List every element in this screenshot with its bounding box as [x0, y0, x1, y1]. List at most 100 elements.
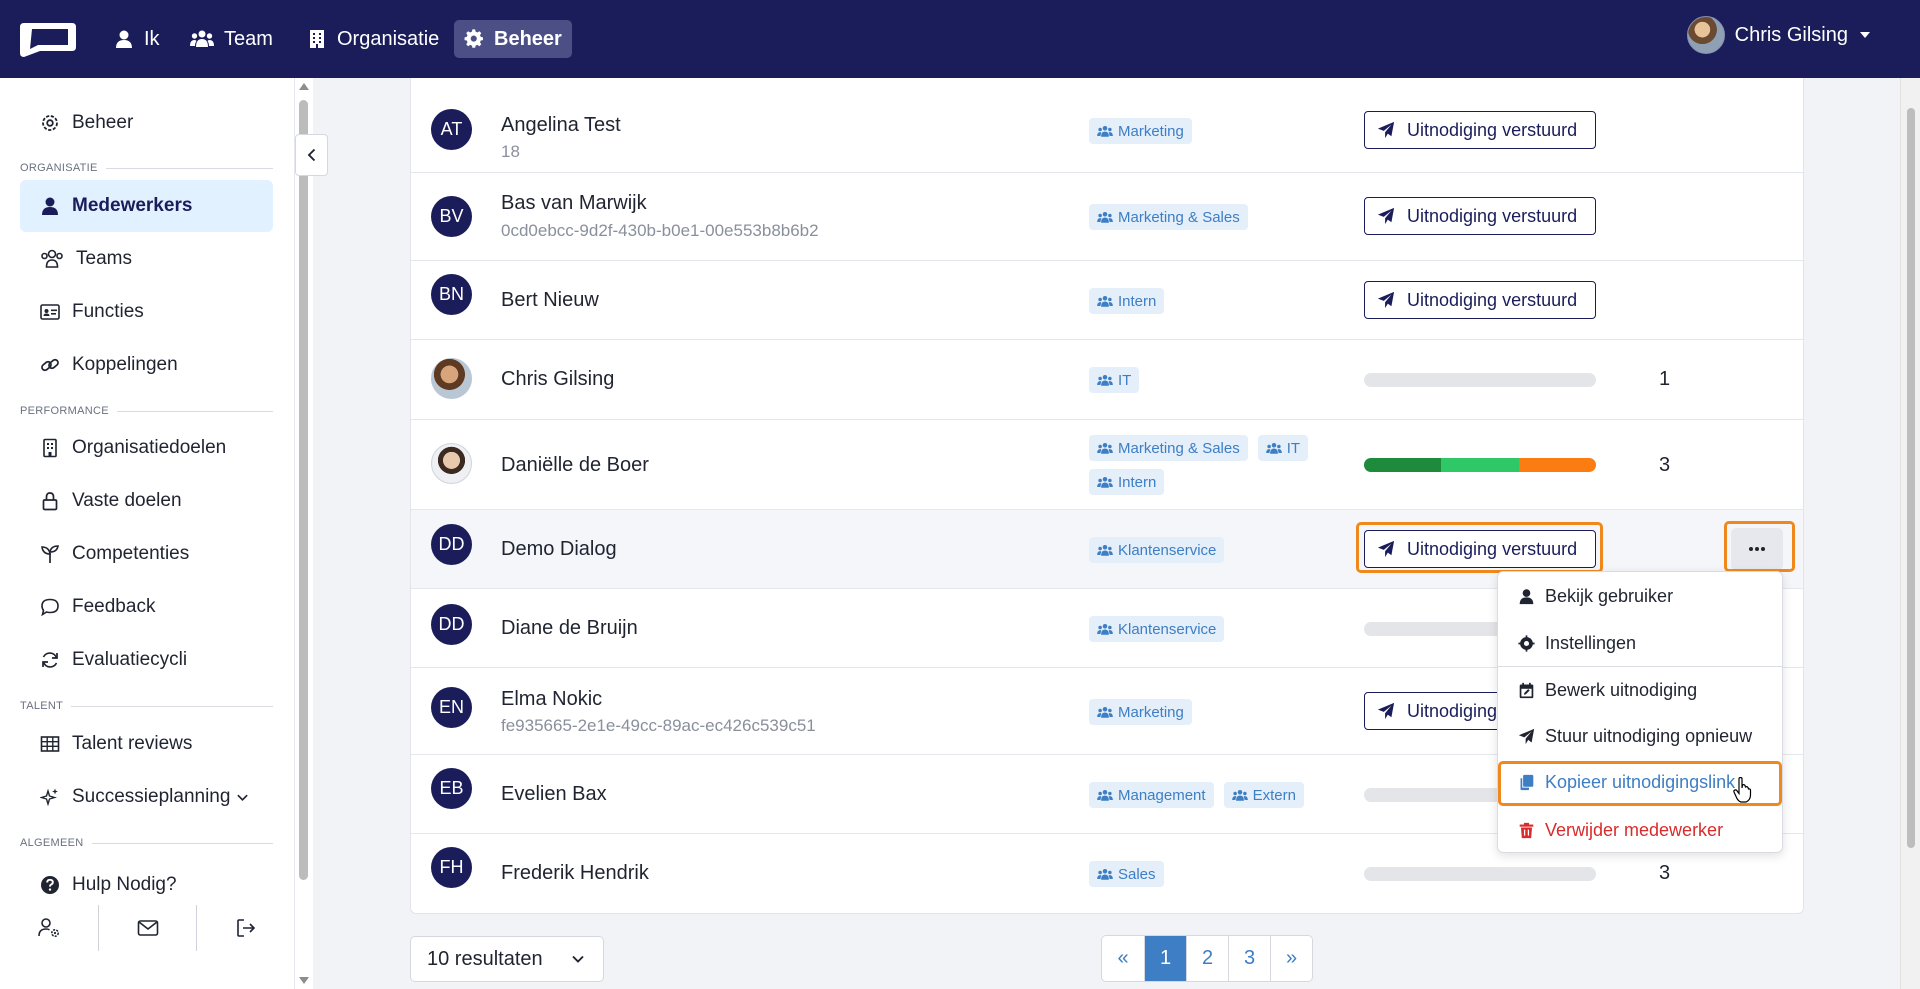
employee-name[interactable]: Diane de Bruijn — [501, 617, 638, 640]
app-logo[interactable] — [18, 19, 78, 59]
gear-icon — [464, 29, 483, 48]
menu-item-verwijder-medewerker[interactable]: Verwijder medewerker — [1498, 808, 1782, 852]
divider — [1498, 666, 1782, 667]
pagination-page-1[interactable]: 1 — [1144, 936, 1186, 981]
menu-item-instellingen[interactable]: Instellingen — [1498, 621, 1782, 665]
sidebar-item-koppelingen[interactable]: Koppelingen — [20, 339, 273, 391]
account-settings-button[interactable] — [0, 905, 98, 951]
pagination-previous[interactable]: « — [1102, 936, 1144, 981]
employee-name[interactable]: Evelien Bax — [501, 783, 607, 806]
pagination-next[interactable]: » — [1270, 936, 1312, 981]
team-tag: Intern — [1089, 288, 1165, 314]
lock-icon — [42, 492, 58, 511]
employee-name[interactable]: Demo Dialog — [501, 538, 617, 561]
menu-item-bewerk-uitnodiging[interactable]: Bewerk uitnodiging — [1498, 668, 1782, 712]
collapse-sidebar-button[interactable] — [295, 134, 328, 176]
calendar-edit-icon — [1519, 682, 1534, 698]
sidebar-item-beheer[interactable]: Beheer — [20, 97, 273, 149]
progress-bar — [1364, 373, 1596, 387]
users-icon — [1097, 374, 1113, 386]
sidebar-item-organisatiedoelen-label: Organisatiedoelen — [72, 437, 227, 458]
user-name: Chris Gilsing — [1734, 23, 1848, 46]
topnav-team[interactable]: Team — [180, 20, 283, 58]
goal-count: 3 — [1659, 454, 1671, 476]
sidebar-item-competenties[interactable]: Competenties — [20, 528, 273, 580]
paper-plane-icon — [1377, 207, 1395, 225]
invite-sent-button[interactable]: Uitnodiging verstuurd — [1364, 281, 1596, 319]
avatar — [431, 443, 472, 484]
team-tag-label: Klantenservice — [1118, 620, 1217, 638]
team-tag-label: Management — [1118, 786, 1206, 804]
menu-item-stuur-uitnodiging-opnieuw[interactable]: Stuur uitnodiging opnieuw — [1498, 714, 1782, 758]
sidebar-heading-performance-label: PERFORMANCE — [20, 405, 109, 417]
avatar: EB — [431, 768, 472, 809]
sidebar-item-successieplanning[interactable]: Successieplanning — [20, 771, 273, 823]
sidebar-item-evaluatiecycli[interactable]: Evaluatiecycli — [20, 634, 273, 686]
employee-name[interactable]: Bas van Marwijk — [501, 192, 647, 215]
team-tag: Marketing & Sales — [1089, 204, 1248, 230]
sidebar-scrollbar-thumb[interactable] — [299, 100, 308, 880]
team-tag-label: Klantenservice — [1118, 541, 1217, 559]
sidebar-item-medewerkers[interactable]: Medewerkers — [20, 180, 273, 232]
chat-bubble-icon — [41, 598, 59, 617]
user-menu[interactable]: Chris Gilsing — [1686, 15, 1870, 55]
team-tags: Marketing — [1089, 118, 1339, 144]
sidebar-scrollbar[interactable] — [295, 78, 313, 989]
pagination-page-3[interactable]: 3 — [1228, 936, 1270, 981]
menu-item-bekijk-gebruiker[interactable]: Bekijk gebruiker — [1498, 574, 1782, 618]
employee-name[interactable]: Elma Nokic — [501, 688, 602, 711]
employee-name[interactable]: Frederik Hendrik — [501, 862, 649, 885]
team-tag: IT — [1089, 367, 1140, 393]
paper-plane-icon — [1377, 702, 1395, 720]
employee-name[interactable]: Bert Nieuw — [501, 289, 599, 312]
sidebar-item-talent-reviews-label: Talent reviews — [72, 733, 193, 754]
table-row[interactable]: BV Bas van Marwijk 0cd0ebcc-9d2f-430b-b0… — [411, 173, 1803, 261]
table-row[interactable]: BN Bert Nieuw Intern Uitnodiging verstuu… — [411, 261, 1803, 340]
messages-button[interactable] — [99, 905, 197, 951]
sidebar-item-talent-reviews[interactable]: Talent reviews — [20, 718, 273, 770]
team-tags: Sales — [1089, 861, 1339, 887]
divider — [105, 167, 273, 169]
user-icon — [1519, 588, 1534, 604]
employee-name[interactable]: Chris Gilsing — [501, 368, 614, 391]
progress-segment — [1441, 458, 1519, 472]
sidebar-item-teams[interactable]: Teams — [20, 233, 273, 285]
table-row[interactable]: AT Angelina Test 18 Marketing Uitnodigin… — [411, 86, 1803, 173]
topnav-ik[interactable]: Ik — [104, 20, 170, 58]
invite-sent-button[interactable]: Uitnodiging verstuurd — [1364, 197, 1596, 235]
sidebar-item-functies[interactable]: Functies — [20, 286, 273, 338]
sidebar-heading-algemeen: ALGEMEEN — [20, 837, 273, 849]
link-icon — [41, 358, 59, 372]
table-row[interactable]: Daniëlle de Boer Marketing & Sales IT In… — [411, 420, 1803, 510]
team-tag: Klantenservice — [1089, 537, 1225, 563]
sidebar-item-feedback[interactable]: Feedback — [20, 581, 273, 633]
employee-name[interactable]: Angelina Test — [501, 114, 621, 137]
topnav-organisatie[interactable]: Organisatie — [297, 20, 449, 58]
employee-name[interactable]: Daniëlle de Boer — [501, 454, 649, 477]
employee-sub: 0cd0ebcc-9d2f-430b-b0e1-00e553b8b6b2 — [501, 221, 819, 240]
results-per-page-select[interactable]: 10 resultaten — [410, 936, 604, 982]
invite-sent-button[interactable]: Uitnodiging verstuurd — [1364, 111, 1596, 149]
progress-bar — [1364, 458, 1596, 472]
scroll-up-arrow-icon[interactable] — [299, 83, 309, 90]
logout-button[interactable] — [197, 905, 295, 951]
table-row[interactable]: Chris Gilsing IT 1 — [411, 340, 1803, 420]
scroll-down-arrow-icon[interactable] — [299, 977, 309, 984]
progress-segment — [1518, 458, 1596, 472]
page-scrollbar-thumb[interactable] — [1907, 108, 1915, 848]
topnav-beheer[interactable]: Beheer — [454, 20, 572, 58]
page-scrollbar[interactable] — [1900, 78, 1920, 989]
users-icon — [1265, 442, 1282, 454]
avatar: AT — [431, 109, 472, 150]
sidebar-item-vaste-doelen[interactable]: Vaste doelen — [20, 475, 273, 527]
sidebar-heading-performance: PERFORMANCE — [20, 405, 273, 417]
top-navigation-bar: Ik Team Organisatie Beheer Chris Gilsing — [0, 0, 1920, 78]
chevron-down-icon — [237, 794, 249, 801]
sidebar-item-teams-label: Teams — [76, 248, 132, 269]
users-icon — [1097, 789, 1113, 801]
pagination-page-2[interactable]: 2 — [1186, 936, 1228, 981]
users-icon — [1097, 125, 1113, 137]
team-tag: Marketing & Sales — [1089, 435, 1248, 461]
users-icon — [41, 249, 63, 268]
sidebar-item-organisatiedoelen[interactable]: Organisatiedoelen — [20, 422, 273, 474]
